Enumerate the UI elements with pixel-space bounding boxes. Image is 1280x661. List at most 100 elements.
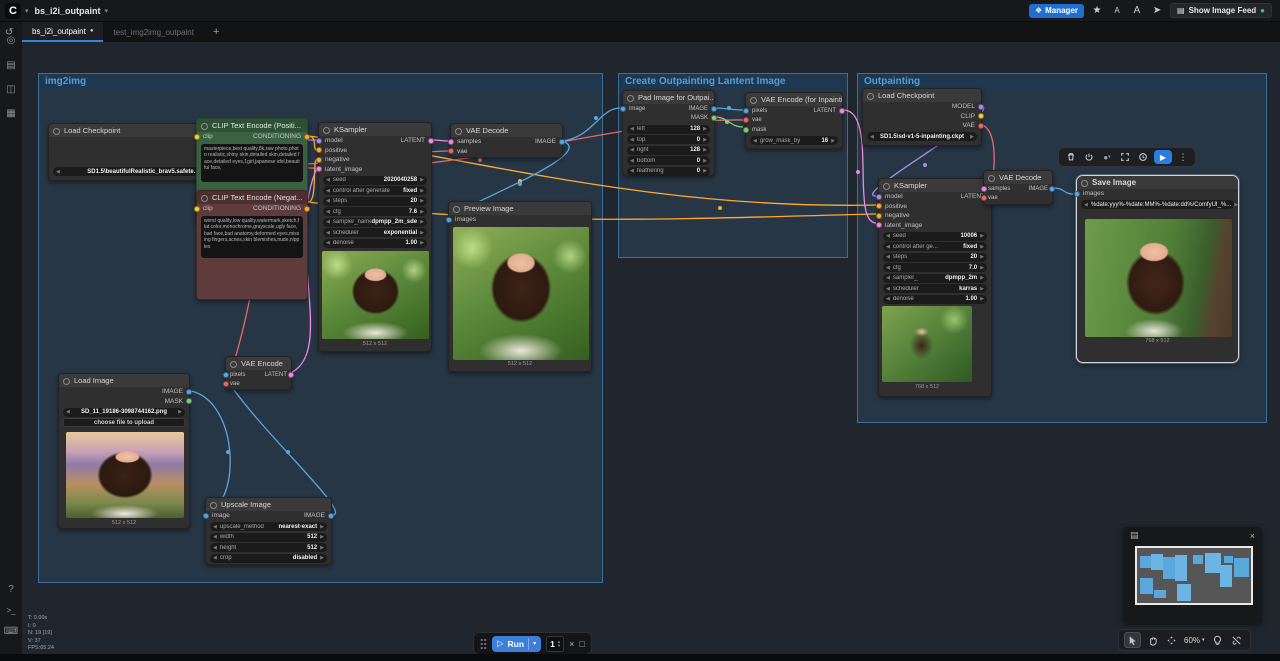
lightbulb-icon[interactable] <box>1210 632 1226 648</box>
workflow-title[interactable]: bs_i2i_outpaint <box>35 6 101 16</box>
latent-port[interactable] <box>448 139 454 145</box>
widget-steps[interactable]: steps20 <box>323 197 427 206</box>
minimap-viewport[interactable] <box>1135 546 1253 605</box>
widget-sampler-name[interactable]: sampler_namedpmpp_2m_sde <box>323 218 427 227</box>
widget-scheduler[interactable]: schedulerexponential <box>323 228 427 237</box>
image-port[interactable] <box>1049 186 1055 192</box>
group-outpainting-title[interactable]: Outpainting <box>858 74 1266 89</box>
share-icon[interactable]: ➤ <box>1150 5 1164 16</box>
node-title[interactable]: Pad Image for Outpai... <box>623 91 714 104</box>
tab-test-img2img-outpaint[interactable]: test_img2img_outpaint <box>103 22 204 42</box>
node-upscale-image[interactable]: Upscale Image image IMAGE upscale_method… <box>205 497 332 565</box>
widget-right[interactable]: right128 <box>627 146 710 155</box>
latent-port[interactable] <box>288 372 294 378</box>
widget-cfg[interactable]: cfg7.0 <box>883 263 987 272</box>
node-load-image[interactable]: Load Image IMAGE MASK SD_11_19186-309874… <box>58 373 190 529</box>
graph-canvas[interactable]: img2img Create Outpainting Lantent Image… <box>22 42 1280 661</box>
model-port[interactable] <box>876 194 882 200</box>
node-title[interactable]: Save Image <box>1077 176 1238 189</box>
widget-seed[interactable]: seed10006 <box>883 232 987 241</box>
run-button[interactable]: ▷ Run ▾ <box>492 636 541 652</box>
node-vae-encode-1[interactable]: VAE Encode pixels LATENT vae <box>225 356 292 390</box>
stop-icon[interactable]: □ <box>579 639 584 649</box>
node-vae-decode-2[interactable]: VAE Decode samples IMAGE vae <box>983 170 1053 205</box>
node-clip-text-encode-negative[interactable]: CLIP Text Encode (Negat... clip CONDITIO… <box>196 190 308 300</box>
fit-view-icon[interactable] <box>1163 632 1179 648</box>
conditioning-port[interactable] <box>304 134 310 140</box>
conditioning-port[interactable] <box>316 157 322 163</box>
choose-file-button[interactable]: choose file to upload <box>63 418 185 427</box>
node-title[interactable]: VAE Decode <box>984 171 1052 184</box>
vae-port[interactable] <box>981 195 987 201</box>
color-dot-icon[interactable]: ●▾ <box>1100 150 1114 164</box>
latent-port[interactable] <box>981 186 987 192</box>
run-options-caret-icon[interactable]: ▾ <box>533 640 536 647</box>
minimap-close-icon[interactable]: × <box>1250 531 1255 541</box>
node-title[interactable]: Load Image <box>59 374 189 387</box>
font-size-small-icon[interactable]: A <box>1110 6 1124 15</box>
node-title[interactable]: CLIP Text Encode (Negat... <box>197 191 307 204</box>
latent-port[interactable] <box>428 138 434 144</box>
node-vae-encode-for-inpainting[interactable]: VAE Encode (for Inpainti... pixels LATEN… <box>745 92 843 149</box>
pan-tool-icon[interactable] <box>1144 632 1160 648</box>
image-port[interactable] <box>223 372 229 378</box>
node-title[interactable]: Load Checkpoint <box>863 89 981 102</box>
node-vae-decode-1[interactable]: VAE Decode samples IMAGE vae <box>450 123 563 158</box>
batch-count-input[interactable]: 1 ▴▾ <box>546 636 564 652</box>
image-port[interactable] <box>186 389 192 395</box>
widget-steps[interactable]: steps20 <box>883 253 987 262</box>
image-port[interactable] <box>203 513 209 519</box>
node-title[interactable]: CLIP Text Encode (Positi... <box>197 119 307 132</box>
node-ksampler-2[interactable]: KSampler model LATENT positive negative … <box>878 178 992 397</box>
keyboard-shortcuts-icon[interactable]: ⌨ <box>0 626 22 637</box>
bypass-power-icon[interactable] <box>1082 150 1096 164</box>
vae-port[interactable] <box>223 381 229 387</box>
image-port[interactable] <box>328 513 334 519</box>
widget-control-after-generate[interactable]: control after ge...fixed <box>883 242 987 251</box>
node-title[interactable]: Preview Image <box>449 202 591 215</box>
prompt-textarea[interactable]: masterpiece,best quality,8k,raw photo,ph… <box>201 144 303 182</box>
toggle-links-icon[interactable] <box>1229 632 1245 648</box>
model-port[interactable] <box>316 138 322 144</box>
node-ksampler-1[interactable]: KSampler model LATENT positive negative … <box>318 122 432 352</box>
widget-cfg[interactable]: cfg7.6 <box>323 207 427 216</box>
comfyui-logo-icon[interactable]: C <box>5 3 21 19</box>
workflow-menu-chevron-icon[interactable]: ▾ <box>105 7 109 15</box>
group-img2img-title[interactable]: img2img <box>39 74 602 89</box>
clip-port[interactable] <box>194 134 200 140</box>
image-port[interactable] <box>559 139 565 145</box>
widget-feathering[interactable]: feathering0 <box>627 167 710 176</box>
mask-port[interactable] <box>743 127 749 133</box>
node-load-checkpoint-2[interactable]: Load Checkpoint MODEL CLIP VAE SD1.5\sd-… <box>862 88 982 146</box>
image-file-widget[interactable]: SD_11_19186-3098744162.png <box>63 408 185 417</box>
widget-sampler-name[interactable]: sampler_dpmpp_2m <box>883 274 987 283</box>
terminal-icon[interactable]: >_ <box>0 606 22 615</box>
vae-port[interactable] <box>978 123 984 129</box>
execute-time-icon[interactable] <box>1136 150 1150 164</box>
delete-icon[interactable] <box>1064 150 1078 164</box>
count-down-icon[interactable]: ▾ <box>558 644 560 648</box>
conditioning-port[interactable] <box>876 213 882 219</box>
drag-handle[interactable] <box>480 638 487 650</box>
sidebar-node-library-icon[interactable]: ▤ <box>0 60 22 71</box>
font-size-large-icon[interactable]: A <box>1130 5 1144 16</box>
widget-upscale-method[interactable]: upscale_methodnearest-exact <box>210 522 327 531</box>
workflow-history-icon[interactable]: ↺ <box>5 27 13 38</box>
node-preview-image[interactable]: Preview Image images 512 x 512 <box>448 201 592 372</box>
widget-denoise[interactable]: denoise1.00 <box>323 239 427 248</box>
more-options-icon[interactable]: ⋮ <box>1176 150 1190 164</box>
widget-height[interactable]: height512 <box>210 543 327 552</box>
widget-grow-mask-by[interactable]: grow_mask_by16 <box>750 136 838 145</box>
node-title[interactable]: Upscale Image <box>206 498 331 511</box>
conditioning-port[interactable] <box>304 206 310 212</box>
image-port[interactable] <box>1074 191 1080 197</box>
zoom-level-dropdown[interactable]: 60%▾ <box>1182 632 1207 648</box>
conditioning-port[interactable] <box>876 203 882 209</box>
sidebar-model-library-icon[interactable]: ◫ <box>0 84 22 95</box>
collapse-frame-icon[interactable] <box>1118 150 1132 164</box>
image-port[interactable] <box>446 217 452 223</box>
group-latent-title[interactable]: Create Outpainting Lantent Image <box>619 74 847 89</box>
select-tool-icon[interactable] <box>1124 632 1141 648</box>
clip-port[interactable] <box>194 206 200 212</box>
tab-bs-i2i-outpaint[interactable]: bs_i2i_outpaint ● <box>22 22 103 42</box>
